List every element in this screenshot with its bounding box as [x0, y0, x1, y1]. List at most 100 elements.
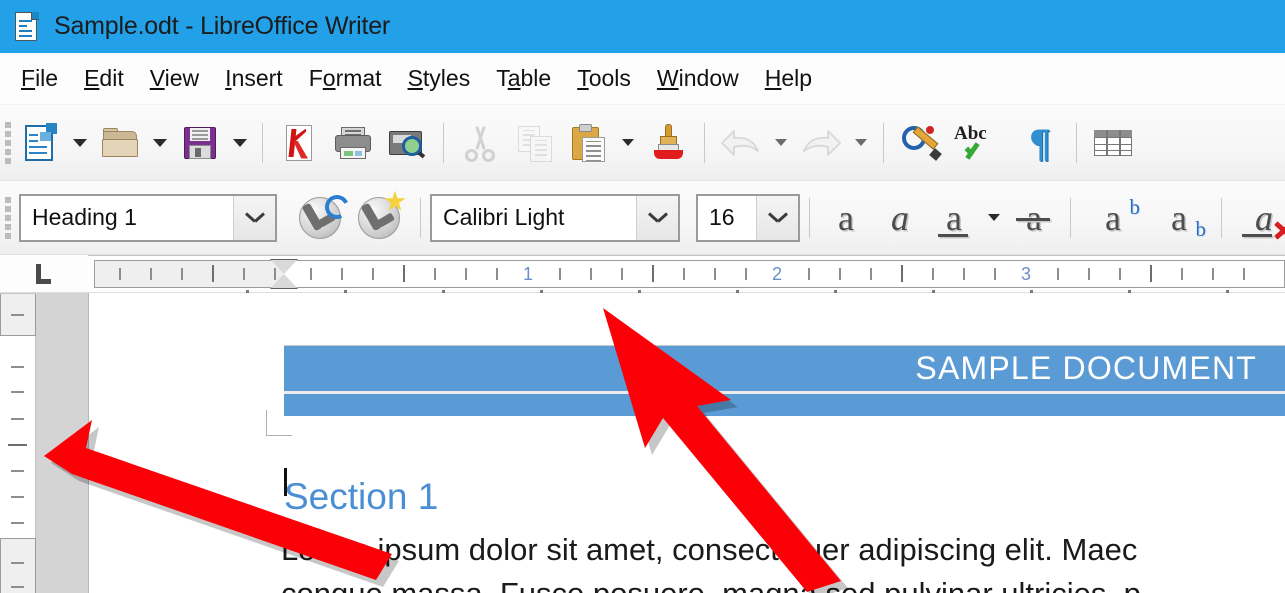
toolbar-separator — [262, 122, 263, 163]
spelling-abc-check-icon: Abc — [953, 122, 1007, 164]
document-page[interactable]: SAMPLE DOCUMENT Section 1 Lorem ipsum do… — [88, 293, 1285, 593]
banner-top-band: SAMPLE DOCUMENT — [284, 345, 1285, 391]
strikethrough-a-icon: a — [1011, 195, 1057, 241]
print-button[interactable] — [326, 114, 380, 172]
vertical-ruler[interactable] — [0, 293, 36, 593]
superscript-icon: ab — [1105, 194, 1140, 238]
chevron-down-icon — [246, 212, 264, 223]
menu-edit[interactable]: Edit — [71, 62, 137, 95]
clipboard-paste-icon — [567, 122, 609, 164]
insert-table-button[interactable] — [1086, 114, 1140, 172]
font-size-combobox[interactable]: 16 — [696, 193, 800, 242]
clear-formatting-icon: a — [1235, 195, 1285, 241]
new-style-button[interactable] — [349, 189, 411, 247]
strikethrough-button[interactable]: a — [1007, 189, 1061, 247]
title-bar: Sample.odt - LibreOffice Writer — [0, 0, 1285, 53]
redo-button[interactable] — [794, 114, 848, 172]
menu-file[interactable]: File — [8, 62, 71, 95]
italic-button[interactable]: a — [873, 189, 927, 247]
menu-styles[interactable]: Styles — [395, 62, 484, 95]
underline-dropdown[interactable] — [981, 189, 1007, 247]
update-style-wrench-icon — [297, 194, 345, 242]
document-title-banner: SAMPLE DOCUMENT — [284, 345, 1285, 416]
horizontal-ruler-row: 1 2 3 — [0, 255, 1285, 301]
toolbar-grip[interactable] — [2, 181, 13, 254]
toolbar-grip[interactable] — [2, 105, 13, 180]
ruler-left-margin-zone — [94, 260, 284, 288]
clone-formatting-button[interactable] — [641, 114, 695, 172]
menu-tools[interactable]: Tools — [564, 62, 644, 95]
banner-title-text: SAMPLE DOCUMENT — [915, 350, 1257, 386]
print-preview-button[interactable] — [380, 114, 434, 172]
save-button[interactable] — [173, 114, 227, 172]
new-document-dropdown[interactable] — [67, 114, 93, 172]
font-name-combobox[interactable]: Calibri Light — [430, 193, 680, 242]
writer-document-icon — [13, 11, 41, 43]
redo-dropdown[interactable] — [848, 114, 874, 172]
chevron-down-icon — [153, 138, 167, 147]
ruler-number: 3 — [1020, 264, 1032, 284]
bold-button[interactable]: a — [819, 189, 873, 247]
chevron-down-icon — [769, 212, 787, 223]
standard-toolbar: Abc ¶ — [0, 105, 1285, 181]
paragraph-style-combobox[interactable]: Heading 1 — [19, 193, 277, 242]
paragraph-style-dropdown[interactable] — [233, 195, 275, 240]
toolbar-separator — [883, 122, 884, 163]
horizontal-ruler[interactable]: 1 2 3 — [88, 255, 1285, 301]
chevron-down-icon — [622, 139, 634, 146]
copy-icon — [513, 122, 555, 164]
print-preview-icon — [386, 122, 428, 164]
spelling-button[interactable]: Abc — [947, 114, 1013, 172]
menu-view[interactable]: View — [137, 62, 212, 95]
open-button[interactable] — [93, 114, 147, 172]
formatting-marks-button[interactable]: ¶ — [1013, 114, 1067, 172]
toolbar-separator — [420, 197, 421, 238]
menu-insert[interactable]: Insert — [212, 62, 296, 95]
toolbar-separator — [809, 197, 810, 238]
undo-button[interactable] — [714, 114, 768, 172]
update-style-button[interactable] — [293, 189, 349, 247]
font-name-dropdown[interactable] — [636, 195, 678, 240]
new-document-button[interactable] — [13, 114, 67, 172]
clear-formatting-button[interactable]: a — [1231, 189, 1285, 247]
underline-a-icon: a — [931, 195, 977, 241]
find-replace-button[interactable] — [893, 114, 947, 172]
subscript-icon: ab — [1171, 197, 1206, 241]
cut-button[interactable] — [453, 114, 507, 172]
open-folder-icon — [99, 122, 141, 164]
banner-bottom-band — [284, 394, 1285, 416]
font-size-dropdown[interactable] — [756, 195, 798, 240]
open-dropdown[interactable] — [147, 114, 173, 172]
undo-dropdown[interactable] — [768, 114, 794, 172]
chevron-down-icon — [649, 212, 667, 223]
insert-table-icon — [1092, 122, 1134, 164]
save-dropdown[interactable] — [227, 114, 253, 172]
subscript-button[interactable]: ab — [1146, 189, 1212, 247]
paste-dropdown[interactable] — [615, 114, 641, 172]
underline-button[interactable]: a — [927, 189, 981, 247]
tab-stop-selector[interactable] — [0, 255, 88, 292]
export-pdf-button[interactable] — [272, 114, 326, 172]
redo-arrow-icon — [798, 123, 844, 163]
body-paragraph[interactable]: Lorem ipsum dolor sit amet, consectetuer… — [281, 528, 1285, 593]
copy-button[interactable] — [507, 114, 561, 172]
window-title: Sample.odt - LibreOffice Writer — [54, 12, 391, 40]
menu-table[interactable]: Table — [483, 62, 564, 95]
save-floppy-icon — [179, 122, 221, 164]
chevron-down-icon — [233, 138, 247, 147]
bold-a-icon: a — [838, 197, 854, 238]
heading-section-1[interactable]: Section 1 — [284, 476, 438, 518]
menu-format[interactable]: Format — [296, 62, 395, 95]
menu-window[interactable]: Window — [644, 62, 752, 95]
chevron-down-icon — [988, 214, 1000, 221]
undo-arrow-icon — [718, 123, 764, 163]
menu-help[interactable]: Help — [752, 62, 825, 95]
ruler-number: 2 — [771, 264, 783, 284]
paintbrush-icon — [647, 122, 689, 164]
superscript-button[interactable]: ab — [1080, 189, 1146, 247]
new-document-icon — [19, 122, 61, 164]
formatting-toolbar: Heading 1 Calibri Light 16 a a a a b a b… — [0, 181, 1285, 255]
paste-button[interactable] — [561, 114, 615, 172]
chevron-down-icon — [775, 139, 787, 146]
toolbar-separator — [704, 122, 705, 163]
